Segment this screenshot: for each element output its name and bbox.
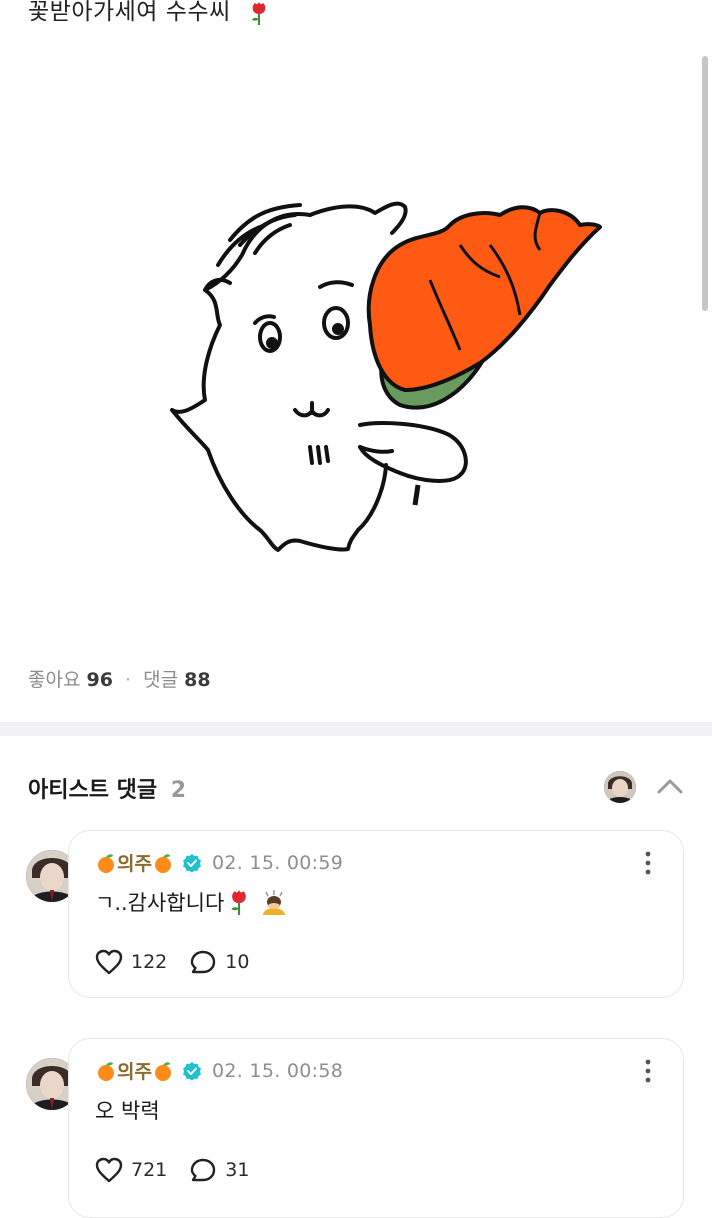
stats-separator: · <box>125 669 132 691</box>
reply-count: 10 <box>225 951 250 973</box>
verified-badge-icon <box>182 853 201 872</box>
speech-bubble-icon <box>191 1158 216 1182</box>
reply-count: 31 <box>225 1159 250 1181</box>
more-options-icon[interactable] <box>643 851 653 875</box>
comment-body: ㄱ..감사합니다 <box>95 891 225 915</box>
like-count: 122 <box>131 951 168 973</box>
scrollbar[interactable] <box>702 56 708 311</box>
bowing-person-icon <box>263 890 286 915</box>
section-divider <box>0 722 712 736</box>
reply-button[interactable]: 31 <box>189 1157 249 1183</box>
like-button[interactable]: 721 <box>95 1157 167 1183</box>
artist-comments-title: 아티스트 댓글 <box>28 778 158 803</box>
comment-actions: 122 10 <box>95 949 271 975</box>
post-stats: 좋아요 96 · 댓글 88 <box>28 665 211 692</box>
comment-card: 의주 02. 15. 00:58 오 박력 721 31 <box>68 1038 684 1218</box>
comment-author-name[interactable]: 의주 <box>117 1057 152 1084</box>
comment-card: 의주 02. 15. 00:59 ㄱ..감사합니다 122 10 <box>68 830 684 998</box>
like-button[interactable]: 122 <box>95 949 167 975</box>
post-caption: 꽃받아가세여 수수씨 <box>28 0 271 26</box>
tangerine-icon <box>154 853 171 873</box>
heart-icon <box>95 949 123 975</box>
verified-badge-icon <box>182 1061 201 1080</box>
tangerine-icon <box>154 1061 171 1081</box>
comment-actions: 721 31 <box>95 1157 271 1183</box>
rose-icon <box>251 1 265 25</box>
likes-label: 좋아요 <box>28 669 81 691</box>
comment-body: 오 박력 <box>95 1099 160 1123</box>
tangerine-icon <box>98 853 114 873</box>
comment-text: 오 박력 <box>95 1095 160 1125</box>
rose-icon <box>231 890 247 915</box>
comment-author-name[interactable]: 의주 <box>117 849 152 876</box>
comment-timestamp: 02. 15. 00:59 <box>211 851 344 874</box>
artist-avatar[interactable] <box>604 771 636 803</box>
artist-comments-count: 2 <box>170 778 187 803</box>
comments-label: 댓글 <box>143 669 179 691</box>
heart-icon <box>95 1157 123 1183</box>
reply-button[interactable]: 10 <box>189 949 249 975</box>
speech-bubble-icon <box>191 950 216 974</box>
more-options-icon[interactable] <box>643 1059 653 1083</box>
chevron-up-icon[interactable] <box>655 774 685 798</box>
comment-author-row: 의주 02. 15. 00:59 <box>95 849 343 876</box>
tangerine-icon <box>98 1061 114 1081</box>
comment-text: ㄱ..감사합니다 <box>95 887 288 917</box>
post-caption-text: 꽃받아가세여 수수씨 <box>28 0 231 25</box>
like-count: 721 <box>131 1159 168 1181</box>
likes-count[interactable]: 96 <box>87 669 113 691</box>
hamster-rose-illustration <box>170 201 602 552</box>
comment-timestamp: 02. 15. 00:58 <box>211 1059 344 1082</box>
comment-author-row: 의주 02. 15. 00:58 <box>95 1057 343 1084</box>
artist-comments-header: 아티스트 댓글 2 <box>28 772 186 804</box>
comments-count[interactable]: 88 <box>184 669 210 691</box>
